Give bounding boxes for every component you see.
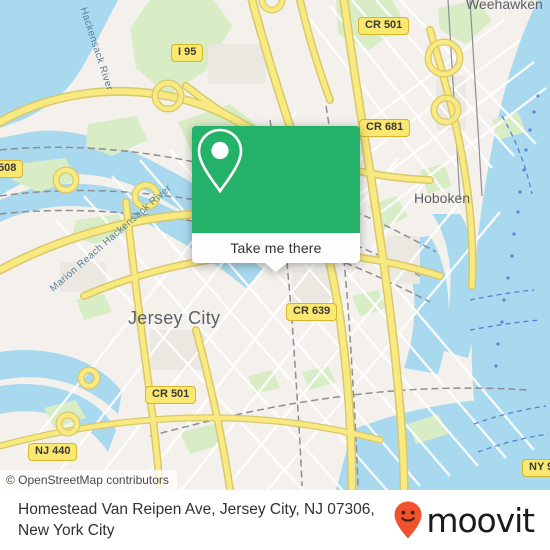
shield-cr-639: CR 639 [286, 303, 338, 321]
popup-pointer [265, 263, 287, 272]
moovit-wordmark: moovit [426, 500, 535, 540]
map-attribution[interactable]: © OpenStreetMap contributors [0, 470, 177, 490]
shield-cr-681: CR 681 [359, 119, 411, 137]
shield-i-95: I 95 [171, 44, 204, 62]
shield-cr-501-north: CR 501 [358, 17, 410, 35]
moovit-map-share-card: Jersey City Hoboken Weehawken Hackensack… [0, 0, 550, 550]
shield-cr-501-south: CR 501 [145, 386, 197, 404]
address-text: Homestead Van Reipen Ave, Jersey City, N… [18, 499, 375, 541]
address-line-2: New York City [18, 522, 115, 539]
address-line-1: Homestead Van Reipen Ave, Jersey City, N… [18, 501, 375, 518]
destination-popup[interactable]: Take me there [192, 126, 360, 272]
shield-nj-440: NJ 440 [28, 443, 78, 461]
popup-icon-area [192, 126, 360, 233]
map-label-jersey-city: Jersey City [128, 308, 221, 328]
map-label-hoboken: Hoboken [414, 190, 471, 206]
map-canvas[interactable]: Jersey City Hoboken Weehawken Hackensack… [0, 0, 550, 490]
moovit-logo[interactable]: moovit [392, 500, 535, 540]
footer-bar: Homestead Van Reipen Ave, Jersey City, N… [0, 490, 550, 550]
take-me-there-label: Take me there [230, 240, 322, 256]
moovit-smiley-pin-icon [394, 501, 422, 539]
shield-508: 508 [0, 160, 24, 178]
take-me-there-button[interactable]: Take me there [192, 233, 360, 263]
map-label-weehawken: Weehawken [466, 0, 543, 12]
map-pin-icon [197, 128, 243, 194]
shield-ny-9a: NY 9A [522, 459, 550, 477]
